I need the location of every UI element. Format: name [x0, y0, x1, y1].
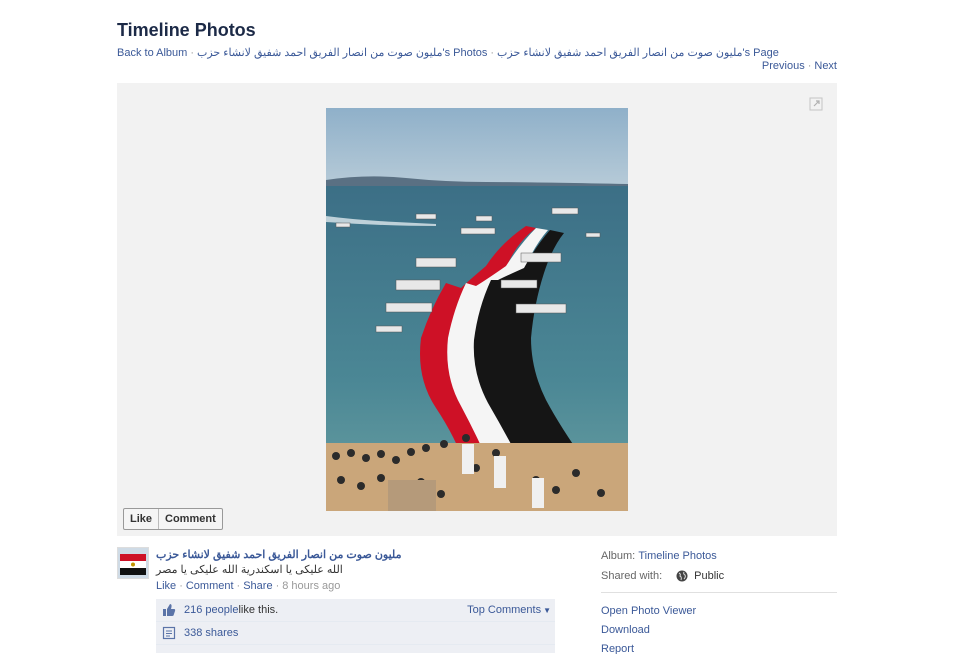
album-photos-link[interactable]: مليون صوت من انصار الفريق احمد شفيق لانش… — [197, 47, 487, 59]
photo-like-button[interactable]: Like — [124, 509, 158, 529]
shares-icon — [162, 626, 176, 640]
egypt-flag-icon — [118, 548, 148, 578]
action-separator: · — [236, 580, 241, 592]
likes-text: like this. — [238, 604, 279, 616]
sidebar-divider — [601, 592, 837, 593]
post-actions: Like · Comment · Share · 8 hours ago — [156, 580, 340, 592]
album-row: Album: Timeline Photos — [601, 548, 837, 564]
ufi-footer — [156, 645, 555, 653]
privacy-value[interactable]: Public — [694, 570, 724, 582]
shared-with-label: Shared with: — [601, 570, 663, 582]
back-to-album-link[interactable]: Back to Album — [117, 47, 187, 59]
photo-info-sidebar: Album: Timeline Photos Shared with: Publ… — [601, 548, 837, 654]
avatar[interactable] — [117, 547, 149, 579]
likes-count-link[interactable]: 216 people — [184, 604, 238, 616]
breadcrumb: Back to Album · مليون صوت من انصار الفريق … — [117, 46, 779, 59]
pager-separator: · — [807, 60, 812, 72]
share-link[interactable]: Share — [243, 580, 272, 592]
page-link[interactable]: مليون صوت من انصار الفريق احمد شفيق لانش… — [497, 47, 779, 59]
album-label: Album: — [601, 550, 636, 562]
report-link[interactable]: Report — [601, 640, 837, 654]
feedback-box: 216 people like this. Top Comments ▼ 338 … — [156, 599, 555, 653]
album-link[interactable]: Timeline Photos — [638, 550, 716, 562]
expand-icon[interactable] — [809, 97, 823, 111]
privacy-row: Shared with: Public — [601, 568, 837, 584]
download-link[interactable]: Download — [601, 621, 837, 640]
page-title: Timeline Photos — [117, 20, 256, 40]
post-author-link[interactable]: مليون صوت من انصار الفريق احمد شفيق لانش… — [156, 548, 401, 561]
likes-row: 216 people like this. Top Comments ▼ — [156, 599, 555, 622]
photo-stage: Like Comment — [117, 83, 837, 536]
shares-row: 338 shares — [156, 622, 555, 645]
previous-link[interactable]: Previous — [762, 60, 805, 72]
main-photo[interactable] — [326, 108, 628, 511]
breadcrumb-separator: · — [490, 47, 495, 59]
top-comments-dropdown[interactable]: Top Comments ▼ — [467, 604, 551, 616]
shares-count-link[interactable]: 338 shares — [184, 627, 238, 639]
post-timestamp[interactable]: 8 hours ago — [282, 580, 340, 592]
action-separator: · — [179, 580, 183, 592]
next-link[interactable]: Next — [814, 60, 837, 72]
like-comment-bar: Like Comment — [123, 508, 223, 530]
comment-link[interactable]: Comment — [186, 580, 234, 592]
thumbs-up-icon — [163, 604, 176, 616]
breadcrumb-separator: · — [190, 47, 194, 59]
chevron-down-icon: ▼ — [543, 606, 551, 615]
photo-comment-button[interactable]: Comment — [158, 509, 222, 529]
globe-icon — [676, 570, 688, 582]
post-caption: الله عليكى يا اسكندرية الله عليكى يا مصر — [156, 564, 343, 576]
like-link[interactable]: Like — [156, 580, 176, 592]
photo-pager: Previous · Next — [762, 60, 837, 72]
action-separator: · — [275, 580, 280, 592]
top-comments-label: Top Comments — [467, 604, 542, 616]
open-photo-viewer-link[interactable]: Open Photo Viewer — [601, 602, 837, 621]
